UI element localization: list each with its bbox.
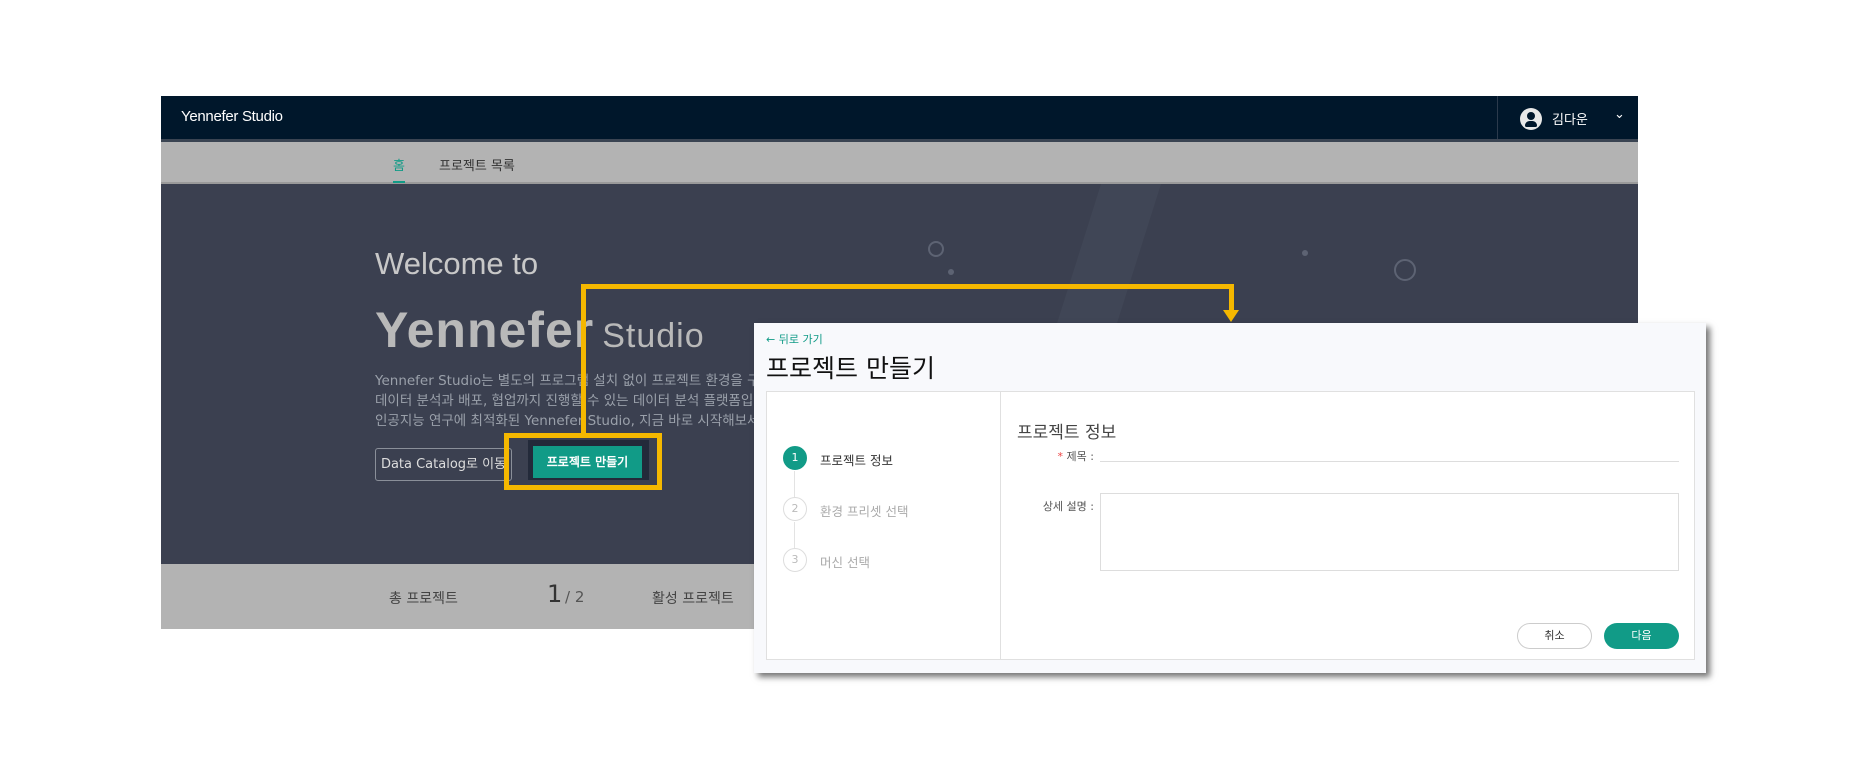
- cancel-button[interactable]: 취소: [1517, 623, 1592, 649]
- arrow-head-icon: [1223, 310, 1239, 322]
- description-input[interactable]: [1100, 493, 1679, 571]
- hero-logo: Yennefer Studio: [375, 301, 705, 359]
- welcome-text: Welcome to: [375, 246, 539, 281]
- stepper: 1 프로젝트 정보 2 환경 프리셋 선택 3 머신 선택: [767, 392, 1001, 659]
- project-count: 1: [547, 580, 563, 608]
- deco-dot: [1394, 259, 1416, 281]
- connector-line: [1229, 284, 1234, 311]
- logo[interactable]: Yennefer Studio: [181, 108, 283, 125]
- next-button[interactable]: 다음: [1604, 623, 1679, 649]
- connector-line: [581, 284, 586, 434]
- chevron-down-icon[interactable]: ⌄: [1614, 107, 1625, 122]
- step-number: 3: [783, 548, 807, 572]
- highlight-box: [504, 433, 662, 490]
- user-name: 김다운: [1552, 113, 1588, 128]
- user-menu[interactable]: 김다운 ⌄: [1497, 96, 1638, 139]
- avatar-icon: [1520, 108, 1542, 130]
- dialog-panel: 1 프로젝트 정보 2 환경 프리셋 선택 3 머신 선택 프로젝트 정보 * …: [766, 391, 1695, 660]
- title-label-text: 제목 :: [1066, 450, 1094, 463]
- active-projects-label: 활성 프로젝트: [652, 591, 734, 607]
- data-catalog-button[interactable]: Data Catalog로 이동: [375, 448, 512, 481]
- step-number: 1: [783, 446, 807, 470]
- dialog-title: 프로젝트 만들기: [766, 354, 935, 383]
- create-project-dialog: ← 뒤로 가기 프로젝트 만들기 1 프로젝트 정보 2 환경 프리셋 선택 3…: [754, 323, 1706, 673]
- deco-dot: [928, 241, 944, 257]
- connector-line: [581, 284, 1234, 289]
- title-input[interactable]: [1100, 440, 1679, 462]
- step-label-project-info[interactable]: 프로젝트 정보: [820, 450, 893, 469]
- step-label-machine[interactable]: 머신 선택: [820, 552, 870, 571]
- required-mark: *: [1057, 450, 1064, 463]
- step-label-env-preset[interactable]: 환경 프리셋 선택: [820, 501, 908, 520]
- nav-home[interactable]: 홈: [393, 155, 405, 183]
- step-connector: [794, 522, 795, 548]
- step-connector: [794, 471, 795, 497]
- deco-dot: [948, 269, 954, 275]
- logo-main: Yennefer: [375, 302, 595, 358]
- project-total: / 2: [565, 588, 585, 606]
- top-header: Yennefer Studio 김다운 ⌄: [161, 96, 1638, 142]
- description-label: 상세 설명 :: [1042, 500, 1094, 513]
- back-link[interactable]: ← 뒤로 가기: [766, 331, 823, 347]
- total-projects-label: 총 프로젝트: [389, 591, 458, 607]
- step-number: 2: [783, 497, 807, 521]
- logo-sub: Studio: [602, 317, 705, 355]
- deco-dot: [1302, 250, 1308, 256]
- nav-project-list[interactable]: 프로젝트 목록: [439, 155, 515, 174]
- title-label: * 제목 :: [1014, 448, 1094, 464]
- sub-nav: 홈 프로젝트 목록: [161, 142, 1638, 184]
